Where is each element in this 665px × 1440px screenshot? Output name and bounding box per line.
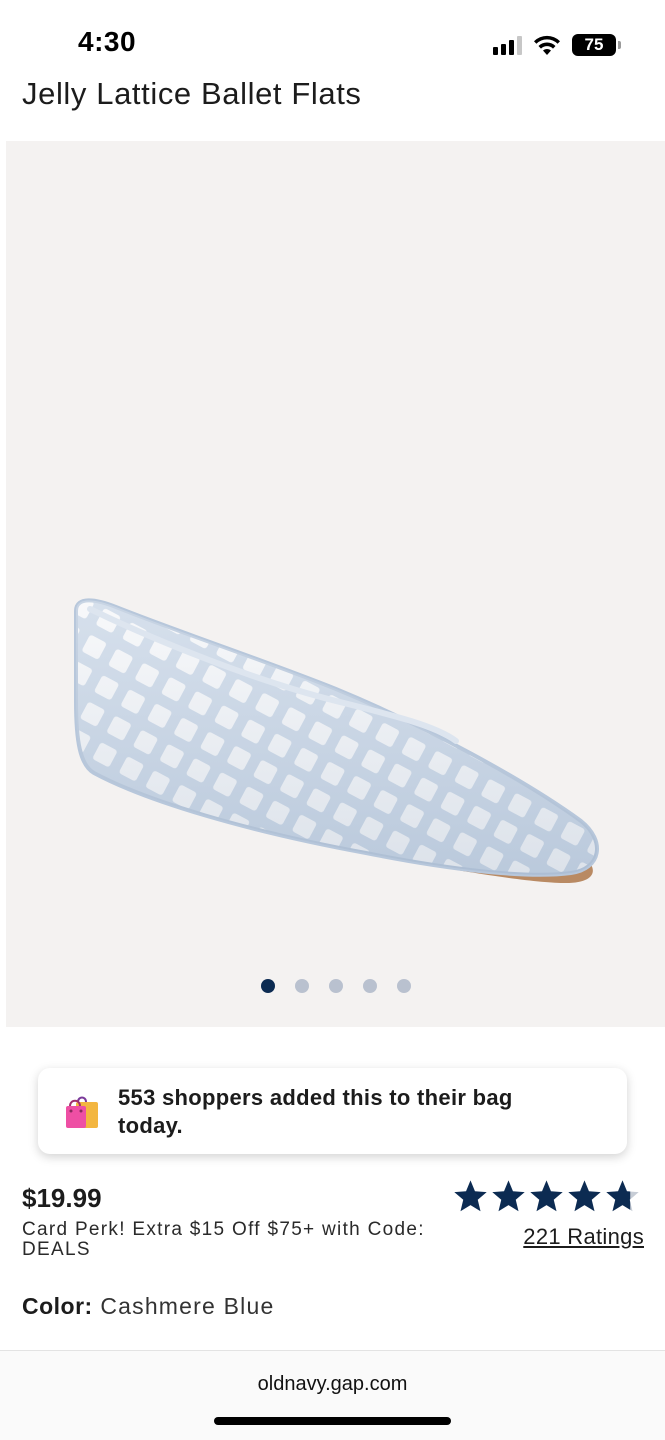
star-icon (454, 1180, 487, 1212)
status-time: 4:30 (78, 26, 137, 57)
battery-icon: 75 (572, 34, 621, 56)
url-text[interactable]: oldnavy.gap.com (0, 1373, 665, 1396)
cellular-signal-icon (493, 35, 522, 55)
carousel-dot[interactable] (260, 979, 275, 993)
color-value: Cashmere Blue (100, 1293, 275, 1319)
page-title: Jelly Lattice Ballet Flats (22, 76, 362, 111)
status-icons: 75 (493, 30, 621, 60)
partial-star-icon (606, 1180, 639, 1212)
home-indicator[interactable] (214, 1417, 451, 1425)
social-proof-toast: 553 shoppers added this to their bag tod… (38, 1068, 627, 1154)
wifi-icon (534, 35, 560, 55)
product-image-carousel[interactable] (6, 141, 665, 1027)
product-price: $19.99 (22, 1183, 102, 1213)
carousel-dot[interactable] (328, 979, 343, 993)
browser-address-bar[interactable]: oldnavy.gap.com (0, 1350, 665, 1440)
star-icon (492, 1180, 525, 1212)
color-label: Color: (22, 1293, 93, 1319)
carousel-dot[interactable] (294, 979, 309, 993)
card-perk-text: Card Perk! Extra $15 Off $75+ with Code:… (22, 1219, 425, 1260)
carousel-pagination (6, 979, 665, 993)
shopping-bags-icon (66, 1096, 98, 1128)
star-icon (568, 1180, 601, 1212)
carousel-dot[interactable] (362, 979, 377, 993)
star-icon (530, 1180, 563, 1212)
ratings-link[interactable]: 221 Ratings (523, 1224, 644, 1250)
status-bar: 4:30 75 (0, 0, 665, 80)
carousel-dot[interactable] (396, 979, 411, 993)
battery-level: 75 (572, 34, 616, 56)
star-rating[interactable] (452, 1178, 641, 1215)
color-selection: Color: Cashmere Blue (22, 1293, 274, 1320)
jelly-lattice-ballet-flat-image (74, 598, 599, 883)
toast-message: 553 shoppers added this to their bag tod… (118, 1085, 513, 1138)
